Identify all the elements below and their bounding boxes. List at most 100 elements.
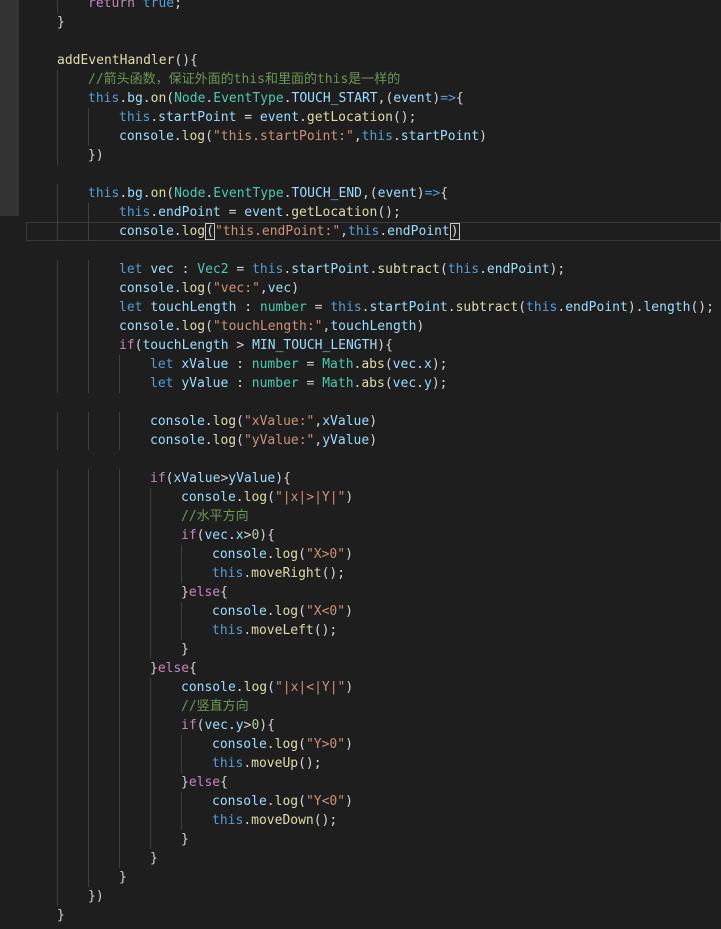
scrollbar-strip[interactable] (0, 0, 19, 216)
indent-guide (57, 716, 58, 735)
code-line-content: if(vec.y>0){ (181, 716, 275, 735)
indent-guide (150, 564, 151, 583)
indent-guide (57, 355, 58, 374)
code-token: yValue (322, 433, 370, 448)
code-token: getLocation (306, 110, 393, 125)
code-token: event (244, 205, 284, 220)
indent-guide (57, 735, 58, 754)
code-token: if (119, 338, 135, 353)
code-token: moveDown (251, 813, 314, 828)
code-token: . (557, 300, 566, 315)
code-token: event (259, 110, 300, 125)
indent-guide (119, 374, 120, 393)
code-token: . (243, 756, 252, 771)
code-token: log (243, 680, 268, 695)
code-token: } (57, 15, 65, 30)
code-token: ) (345, 490, 354, 505)
code-token: } (181, 642, 189, 657)
indent-guide (119, 412, 120, 431)
code-line-content: console.log("X>0") (212, 545, 353, 564)
code-token: ( (439, 262, 448, 277)
indent-guide (150, 830, 151, 849)
indent-guide (88, 203, 89, 222)
code-line-content: this.bg.on(Node.EventType.TOUCH_START,(e… (88, 89, 464, 108)
indent-guide (119, 526, 120, 545)
code-line-content: addEventHandler(){ (57, 51, 198, 70)
code-token: abs (361, 357, 385, 372)
code-token: . (416, 376, 424, 391)
code-token: . (142, 186, 151, 201)
indent-guide (57, 222, 58, 241)
code-token: TOUCH_START (291, 91, 378, 106)
code-token: , (340, 224, 348, 239)
code-token: touchLength (142, 338, 229, 353)
indent-guide (57, 127, 58, 146)
code-token: this (119, 110, 151, 125)
indent-guide (181, 811, 182, 830)
code-token: ( (205, 319, 213, 334)
indent-guide (88, 754, 89, 773)
indent-guide (150, 545, 151, 564)
indent-guide (88, 336, 89, 355)
code-token: ); (431, 357, 448, 372)
code-token: . (243, 623, 252, 638)
code-line-content: }else{ (150, 659, 197, 678)
indent-guide (57, 754, 58, 773)
code-token: = (228, 262, 253, 277)
code-token: ( (298, 794, 306, 809)
code-token: "|x|<|Y|" (274, 680, 346, 695)
code-token: this (526, 300, 558, 315)
code-token: ( (518, 300, 527, 315)
code-token: . (142, 91, 151, 106)
code-token: "|x|>|Y|" (274, 490, 346, 505)
code-token: . (119, 186, 128, 201)
code-editor[interactable]: return true;} addEventHandler(){//箭头函数，保证… (0, 0, 721, 929)
code-token: //箭头函数，保证外面的this和里面的this是一样的 (88, 72, 401, 87)
code-token: let (150, 376, 182, 391)
code-line-content: this.bg.on(Node.EventType.TOUCH_END,(eve… (88, 184, 448, 203)
code-token: if (181, 718, 197, 733)
code-token: startPoint (158, 110, 237, 125)
code-token: log (212, 414, 237, 429)
code-token: log (212, 433, 237, 448)
indent-guide (57, 203, 58, 222)
code-token: touchLength (150, 300, 237, 315)
code-token: ){ (377, 338, 393, 353)
code-line-content: console.log("Y>0") (212, 735, 353, 754)
indent-guide (57, 640, 58, 659)
code-line-content: this.moveUp(); (212, 754, 322, 773)
code-token: } (119, 870, 127, 885)
code-token: length (643, 300, 691, 315)
indent-guide (150, 621, 151, 640)
code-token: ){ (259, 528, 275, 543)
code-token: ( (205, 129, 213, 144)
code-token: this (361, 129, 393, 144)
code-token: number (251, 357, 299, 372)
code-token: . (204, 433, 213, 448)
code-line-content: //水平方向 (181, 507, 249, 526)
indent-guide (181, 754, 182, 773)
code-token: ){ (259, 718, 275, 733)
code-token: log (181, 129, 206, 144)
code-token: , (353, 129, 362, 144)
code-token: this (212, 623, 244, 638)
code-token: subtract (377, 262, 440, 277)
code-token: "X>0" (305, 547, 346, 562)
indent-guide (57, 507, 58, 526)
code-token: this (88, 186, 120, 201)
indent-guide (119, 621, 120, 640)
indent-guide (57, 602, 58, 621)
code-token: => (440, 91, 456, 106)
code-token: (); (690, 300, 714, 315)
code-token: moveUp (251, 756, 299, 771)
code-token: . (299, 110, 307, 125)
indent-guide (119, 431, 120, 450)
code-token: . (173, 319, 182, 334)
code-token: Vec2 (197, 262, 229, 277)
code-line-content: } (57, 906, 65, 925)
code-token: log (243, 490, 268, 505)
indent-guide (88, 735, 89, 754)
code-token: let (150, 357, 182, 372)
code-token: else (157, 661, 190, 676)
code-token: console (150, 414, 205, 429)
